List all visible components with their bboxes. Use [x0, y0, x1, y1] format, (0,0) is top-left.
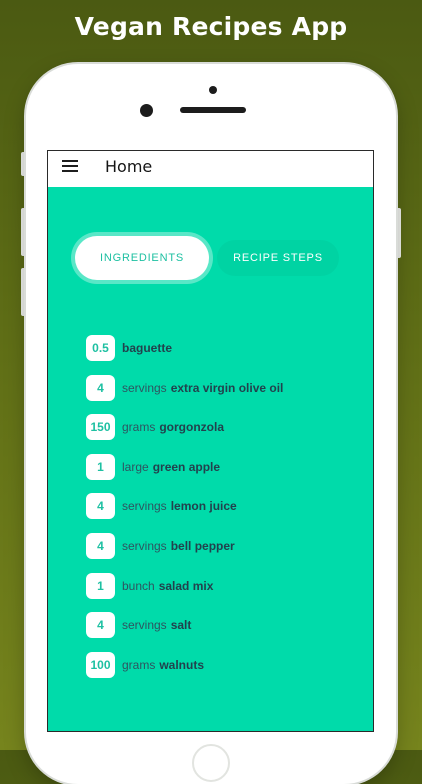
ingredient-item: 1 large green apple [86, 453, 366, 480]
phone-power-button [396, 208, 401, 258]
ingredient-quantity-badge: 1 [86, 453, 115, 480]
ingredient-quantity-badge: 4 [86, 612, 115, 639]
promo-title: Vegan Recipes App [74, 12, 348, 41]
ingredient-name: extra virgin olive oil [170, 380, 284, 395]
ingredient-unit: servings [122, 380, 167, 395]
ingredient-name: bell pepper [170, 538, 235, 553]
ingredient-name: salt [170, 618, 192, 633]
ingredient-item: 4 servings extra virgin olive oil [86, 374, 366, 401]
hamburger-menu-icon[interactable] [62, 160, 78, 174]
front-camera-icon [140, 104, 153, 117]
ingredient-quantity-badge: 1 [86, 572, 115, 599]
ingredient-item: 4 servings lemon juice [86, 493, 366, 520]
ingredient-unit: servings [122, 538, 167, 553]
ingredient-item: 4 servings bell pepper [86, 532, 366, 559]
app-bar: Home [48, 151, 373, 187]
ingredient-name: gorgonzola [159, 420, 225, 435]
ingredient-name: lemon juice [170, 499, 237, 514]
ingredient-unit: large [122, 459, 149, 474]
ingredient-unit: bunch [122, 578, 155, 593]
tab-bar: INGREDIENTS RECIPE STEPS [75, 236, 347, 280]
ingredient-unit: grams [122, 657, 156, 672]
ingredient-item: 100 grams walnuts [86, 651, 366, 678]
ingredient-quantity-badge: 4 [86, 374, 115, 401]
ingredient-item: 1 bunch salad mix [86, 572, 366, 599]
tab-ingredients[interactable]: INGREDIENTS [75, 236, 209, 280]
ingredient-item: 150 grams gorgonzola [86, 414, 366, 441]
ingredient-unit: servings [122, 618, 167, 633]
ingredient-name: baguette [122, 341, 173, 355]
ingredient-unit: servings [122, 499, 167, 514]
ingredient-quantity-badge: 4 [86, 532, 115, 559]
ingredient-unit: grams [122, 420, 156, 435]
ingredient-name: green apple [152, 459, 221, 474]
ingredient-item: 4 servings salt [86, 612, 366, 639]
ingredient-name: salad mix [158, 578, 214, 593]
ingredient-quantity-badge: 4 [86, 493, 115, 520]
ingredient-quantity-badge: 0.5 [86, 335, 115, 361]
ingredient-list: 0.5 baguette 4 servings extra virgin oli… [86, 335, 366, 691]
earpiece-speaker [180, 107, 246, 113]
ingredient-name: walnuts [159, 657, 205, 672]
ingredient-quantity-badge: 150 [86, 414, 115, 441]
ingredient-item: 0.5 baguette [86, 335, 366, 361]
app-screen: Home INGREDIENTS RECIPE STEPS 0.5 baguet… [47, 150, 374, 732]
ingredient-quantity-badge: 100 [86, 651, 115, 678]
tab-recipe-steps[interactable]: RECIPE STEPS [217, 240, 339, 276]
page-title: Home [105, 157, 153, 176]
proximity-sensor-icon [209, 86, 217, 94]
